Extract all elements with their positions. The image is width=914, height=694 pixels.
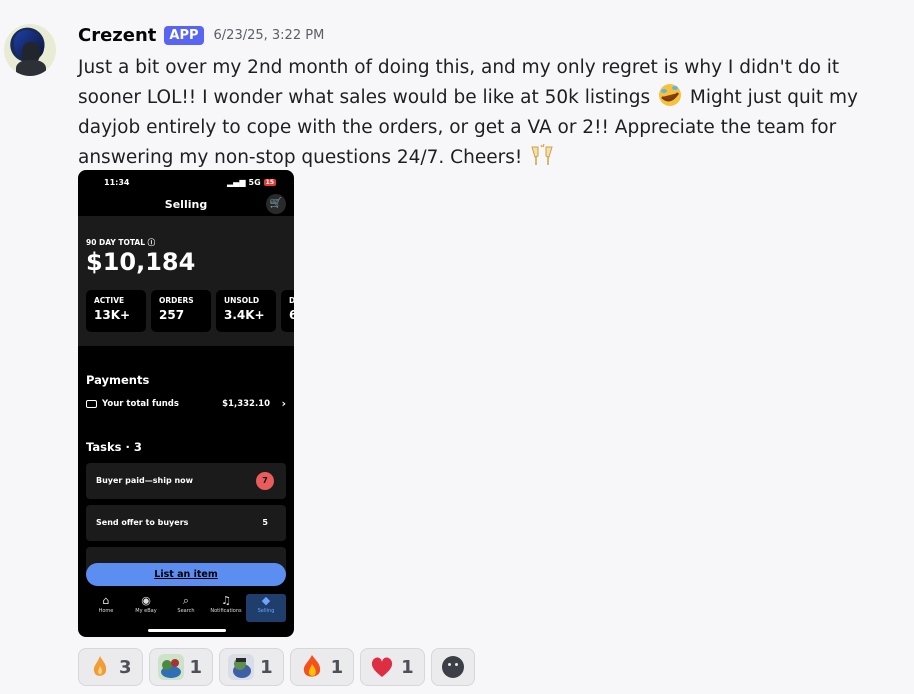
cart-icon[interactable]: 🛒 — [266, 194, 286, 214]
stat-label: ORDERS — [159, 296, 194, 305]
task-label: Send offer to buyers — [96, 518, 189, 527]
reaction-count: 1 — [330, 656, 344, 678]
stat-cards: ACTIVE 13K+ ORDERS 257 UNSOLD 3.4K+ D 6 — [86, 290, 294, 332]
status-time: 11:34 — [104, 178, 130, 187]
search-icon: ⌕ — [182, 594, 190, 607]
stat-value: 13K+ — [94, 308, 131, 322]
flame-custom-emoji-icon — [93, 656, 107, 676]
screenshot-attachment[interactable]: 11:34 ▂▄▆ 5G 15 Selling 🛒 90 DAY TOTAL ⓘ… — [78, 170, 294, 637]
stat-value: 3.4K+ — [224, 308, 265, 322]
reaction-heart[interactable]: 1 — [360, 648, 425, 686]
nav-label: Search — [177, 608, 195, 614]
stat-label: D — [289, 296, 294, 305]
app-badge: APP — [164, 26, 204, 45]
username[interactable]: Crezent — [78, 25, 156, 46]
avatar[interactable] — [4, 24, 56, 76]
chevron-right-icon: › — [281, 397, 286, 410]
ninety-day-label-text: 90 DAY TOTAL — [86, 238, 146, 247]
battery-icon: 15 — [263, 179, 276, 186]
page-title: Selling — [164, 198, 208, 211]
stat-card-active[interactable]: ACTIVE 13K+ — [86, 290, 146, 332]
network-type: 5G — [248, 178, 261, 187]
home-icon: ⌂ — [102, 594, 110, 607]
signal-bars-icon: ▂▄▆ — [227, 178, 246, 187]
reaction-flame[interactable]: 3 — [78, 648, 143, 686]
clinking-glasses-emoji-icon — [531, 143, 553, 165]
payments-title: Payments — [86, 373, 150, 387]
bell-icon: ♫ — [221, 594, 231, 607]
home-indicator — [148, 629, 226, 632]
tasks-title: Tasks · 3 — [86, 440, 142, 454]
funds-value: $1,332.10 — [222, 399, 270, 409]
reaction-frog[interactable]: 1 — [148, 648, 214, 686]
frog-custom-emoji-icon — [157, 654, 184, 680]
stat-label: UNSOLD — [224, 296, 260, 305]
reaction-pepe[interactable]: 1 — [219, 648, 284, 686]
nav-label: Home — [98, 608, 114, 614]
bottom-nav: ⌂ Home ◉ My eBay ⌕ Search ♫ Notifications ◆ S… — [78, 594, 294, 622]
reaction-count: 1 — [260, 656, 273, 678]
nav-label: Notifications — [210, 608, 242, 614]
rolling-laughing-emoji-icon — [659, 84, 682, 106]
reaction-count: 1 — [401, 656, 414, 678]
status-signal: ▂▄▆ 5G 15 — [227, 178, 276, 187]
add-reaction-button[interactable] — [430, 648, 475, 686]
ninety-day-total: $10,184 — [86, 248, 196, 276]
nav-my-ebay[interactable]: ◉ My eBay — [126, 594, 166, 622]
stat-card-partial[interactable]: D 6 — [281, 290, 294, 332]
task-buyer-paid[interactable]: Buyer paid—ship now 7 — [86, 463, 286, 499]
nav-label: Selling — [257, 608, 275, 614]
nav-search[interactable]: ⌕ Search — [166, 594, 206, 622]
message-content: Just a bit over my 2nd month of doing th… — [78, 53, 898, 173]
nav-selling[interactable]: ◆ Selling — [246, 594, 286, 622]
smiley-add-icon — [441, 656, 464, 678]
total-funds-row[interactable]: Your total funds $1,332.10 › — [86, 397, 286, 413]
avatar-body — [16, 60, 46, 76]
nav-notifications[interactable]: ♫ Notifications — [206, 594, 246, 622]
reaction-count: 1 — [189, 656, 203, 678]
red-heart-emoji-icon — [372, 657, 393, 677]
reaction-fire[interactable]: 1 — [289, 648, 355, 686]
stat-card-unsold[interactable]: UNSOLD 3.4K+ — [216, 290, 276, 332]
fire-emoji-icon — [303, 655, 320, 677]
wallet-icon — [86, 400, 97, 408]
reaction-count: 3 — [119, 656, 132, 678]
funds-label: Your total funds — [102, 399, 179, 409]
task-label: Buyer paid—ship now — [96, 476, 194, 485]
message-header: Crezent APP 6/23/25, 3:22 PM — [78, 25, 324, 46]
info-icon[interactable]: ⓘ — [148, 238, 156, 247]
tag-icon: ◆ — [261, 594, 271, 607]
stat-value: 257 — [159, 308, 185, 322]
pepe-custom-emoji-icon — [228, 654, 255, 680]
status-bar: 11:34 ▂▄▆ 5G 15 — [78, 178, 294, 190]
task-count: 5 — [262, 518, 268, 527]
timestamp[interactable]: 6/23/25, 3:22 PM — [214, 28, 325, 43]
task-count-badge: 7 — [256, 472, 274, 490]
stat-label: ACTIVE — [94, 296, 125, 305]
stat-value: 6 — [289, 308, 294, 322]
task-send-offer[interactable]: Send offer to buyers 5 — [86, 505, 286, 541]
reactions-bar: 3 1 1 1 1 — [78, 648, 475, 686]
list-an-item-button[interactable]: List an item — [86, 563, 286, 586]
user-icon: ◉ — [141, 594, 151, 607]
ninety-day-label: 90 DAY TOTAL ⓘ — [86, 237, 155, 248]
stat-card-orders[interactable]: ORDERS 257 — [151, 290, 211, 332]
nav-label: My eBay — [135, 608, 157, 614]
nav-home[interactable]: ⌂ Home — [86, 594, 126, 622]
